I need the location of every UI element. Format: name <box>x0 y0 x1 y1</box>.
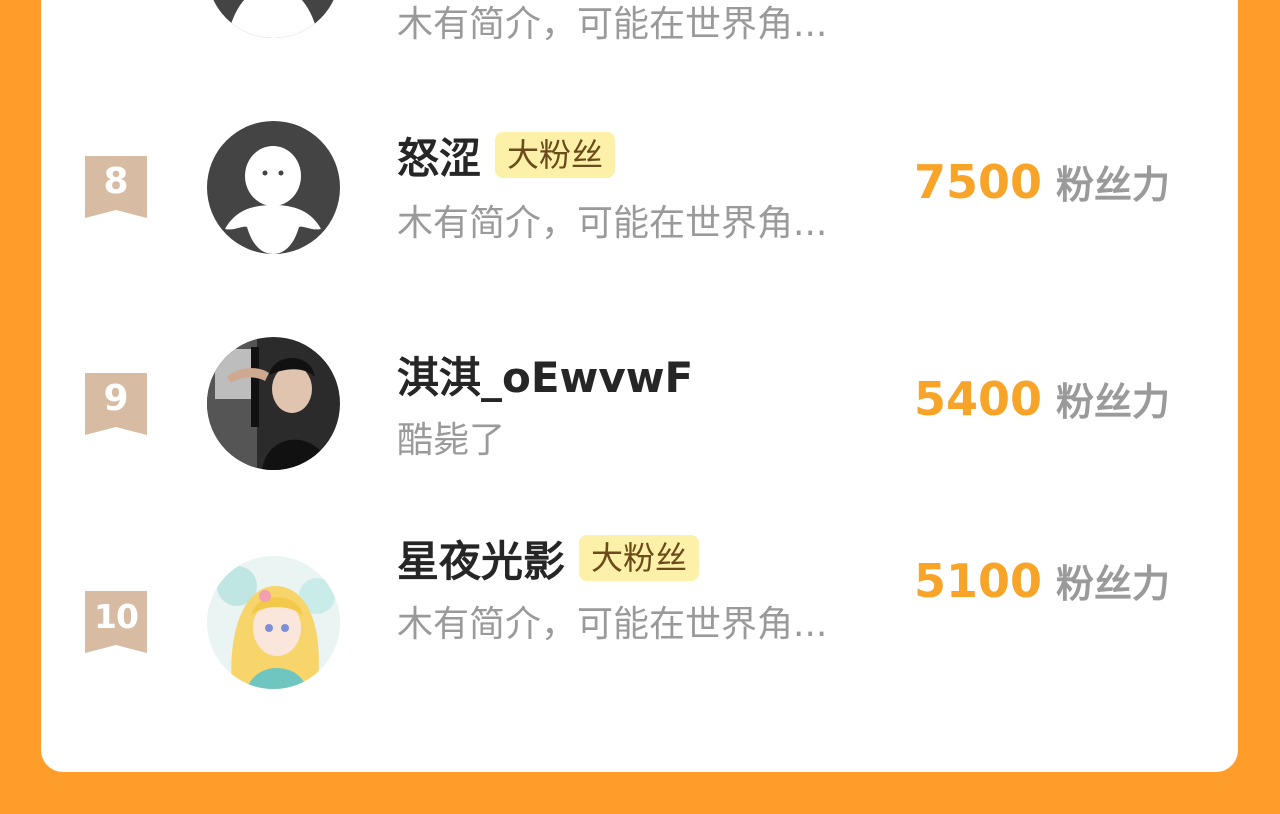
score-value: 5400 <box>913 372 1042 426</box>
rank-number: 8 <box>103 161 129 202</box>
score-unit: 粉丝力 <box>1055 562 1170 606</box>
rank-badge: 9 <box>85 373 147 435</box>
user-name[interactable]: 怒涩 <box>397 125 481 186</box>
rank-badge: 10 <box>85 591 147 653</box>
user-bio: 木有简介，可能在世界角... <box>397 4 828 45</box>
score-unit: 粉丝力 <box>1055 163 1170 207</box>
fan-badge: 大粉丝 <box>579 535 700 581</box>
default-avatar[interactable] <box>207 0 340 38</box>
user-name[interactable]: 星夜光影 <box>397 528 565 589</box>
ranking-row[interactable]: 木有简介，可能在世界角... <box>41 0 1238 65</box>
fan-score: 7500 粉丝力 <box>914 154 1170 209</box>
default-avatar[interactable] <box>207 121 340 254</box>
photo-avatar[interactable] <box>207 337 340 470</box>
name-line: 星夜光影 大粉丝 <box>397 531 700 586</box>
ranking-row[interactable]: 9 淇淇_oEwvwF 酷毙了 5400 粉丝力 <box>41 335 1238 495</box>
rank-badge: 8 <box>85 156 147 218</box>
ranking-row[interactable]: 10 星夜光影 大粉丝 木有简介，可能在世界角... 5100 粉丝力 <box>41 535 1238 713</box>
score-unit: 粉丝力 <box>1055 380 1170 424</box>
fan-ranking-card: 木有简介，可能在世界角... 8 怒涩 大粉丝 木有简介，可能在世界角... 7… <box>41 0 1238 772</box>
default-avatar-icon <box>207 121 340 254</box>
user-bio: 木有简介，可能在世界角... <box>397 604 828 645</box>
fan-score: 5400 粉丝力 <box>914 371 1170 426</box>
name-line: 怒涩 大粉丝 <box>397 128 616 183</box>
user-name[interactable]: 淇淇_oEwvwF <box>397 344 693 405</box>
photo-avatar-image <box>207 337 340 470</box>
anime-avatar[interactable] <box>207 556 340 689</box>
fan-badge: 大粉丝 <box>495 132 616 178</box>
default-avatar-icon <box>207 0 340 38</box>
fan-score: 5100 粉丝力 <box>914 553 1170 608</box>
name-line: 淇淇_oEwvwF <box>397 347 693 402</box>
user-bio: 木有简介，可能在世界角... <box>397 203 828 244</box>
score-value: 7500 <box>913 155 1042 209</box>
rank-number: 9 <box>103 378 129 419</box>
ranking-row[interactable]: 8 怒涩 大粉丝 木有简介，可能在世界角... 7500 粉丝力 <box>41 118 1238 278</box>
score-value: 5100 <box>913 554 1042 608</box>
anime-avatar-image <box>207 556 340 689</box>
rank-number: 10 <box>94 597 139 636</box>
user-bio: 酷毙了 <box>397 420 506 461</box>
